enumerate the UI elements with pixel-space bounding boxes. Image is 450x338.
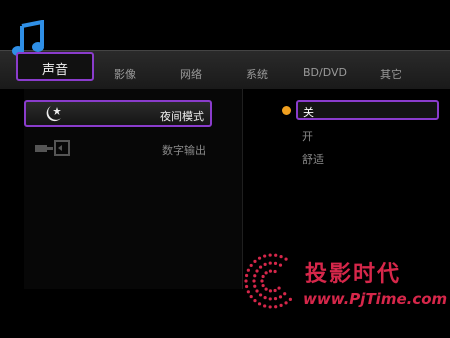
watermark: 投影时代 www.PjTime.com [243,252,447,314]
tab-audio[interactable]: 声音 [16,52,94,81]
tab-bd-dvd[interactable]: BD/DVD [303,66,347,79]
orange-bullet-icon [282,106,291,115]
watermark-url: www.PjTime.com [303,290,448,308]
option-off[interactable]: 关 [296,100,439,120]
moon-star-icon [46,106,61,122]
menu-item-label: 数字输出 [162,144,206,157]
menu-item-night-mode[interactable]: 夜间模式 [24,100,212,127]
menu-item-label: 夜间模式 [160,110,204,123]
watermark-title: 投影时代 [305,262,402,287]
watermark-logo-icon [244,253,292,309]
tab-video[interactable]: 影像 [114,66,136,82]
digital-output-icon [35,140,70,156]
tab-other[interactable]: 其它 [380,66,402,82]
tab-system[interactable]: 系统 [246,66,268,82]
tab-network[interactable]: 网络 [180,66,202,82]
menu-item-digital-output[interactable]: 数字输出 [24,137,212,161]
option-comfort[interactable]: 舒适 [302,151,324,167]
option-on[interactable]: 开 [302,128,313,144]
